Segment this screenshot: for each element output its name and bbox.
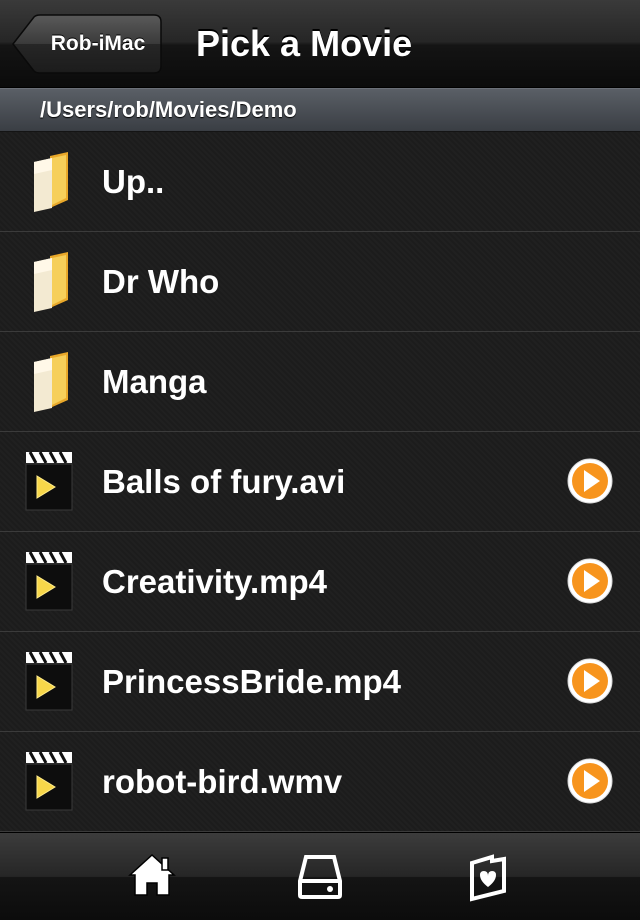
movie-file-icon — [25, 751, 73, 811]
list-item-up[interactable]: Up.. — [0, 132, 640, 232]
list-item-label: Creativity.mp4 — [102, 563, 327, 600]
list-item-movie[interactable]: PrincessBride.mp4 — [0, 632, 640, 732]
tab-favorites[interactable] — [458, 849, 518, 905]
list-item-label: PrincessBride.mp4 — [102, 663, 401, 700]
list-item-label: robot-bird.wmv — [102, 763, 343, 800]
list-item-label: Balls of fury.avi — [102, 463, 346, 500]
favorite-folder-icon — [470, 854, 506, 902]
folder-icon — [34, 152, 68, 212]
current-path: /Users/rob/Movies/Demo — [40, 97, 297, 122]
movie-file-icon — [25, 451, 73, 511]
back-button[interactable]: Rob-iMac — [12, 14, 162, 74]
list-item-movie[interactable]: Balls of fury.avi — [0, 432, 640, 532]
movie-file-icon — [25, 651, 73, 711]
play-icon[interactable] — [566, 557, 614, 605]
list-item-folder[interactable]: Manga — [0, 332, 640, 432]
list-item-folder[interactable]: Dr Who — [0, 232, 640, 332]
play-icon[interactable] — [566, 457, 614, 505]
list-item-label: Dr Who — [102, 263, 220, 300]
tab-bar — [0, 832, 640, 920]
tab-drive[interactable] — [290, 849, 350, 905]
tab-home[interactable] — [122, 849, 182, 905]
folder-icon — [34, 352, 68, 412]
back-button-label: Rob-iMac — [50, 32, 146, 55]
hard-drive-icon — [298, 855, 342, 899]
screen: Rob-iMac Pick a Movie /Users/rob/Movies/… — [0, 0, 640, 920]
file-list: Up.. Dr Who Manga Balls of fury.avi Crea… — [0, 132, 640, 832]
movie-file-icon — [25, 551, 73, 611]
folder-icon — [34, 252, 68, 312]
list-item-label: Up.. — [102, 163, 165, 200]
nav-bar: Rob-iMac Pick a Movie — [0, 0, 640, 88]
list-item-movie[interactable]: robot-bird.wmv — [0, 732, 640, 832]
path-header: /Users/rob/Movies/Demo — [0, 88, 640, 132]
page-title: Pick a Movie — [196, 23, 413, 64]
home-icon — [128, 853, 176, 896]
list-item-movie[interactable]: Creativity.mp4 — [0, 532, 640, 632]
play-icon[interactable] — [566, 757, 614, 805]
list-item-label: Manga — [102, 363, 207, 400]
play-icon[interactable] — [566, 657, 614, 705]
